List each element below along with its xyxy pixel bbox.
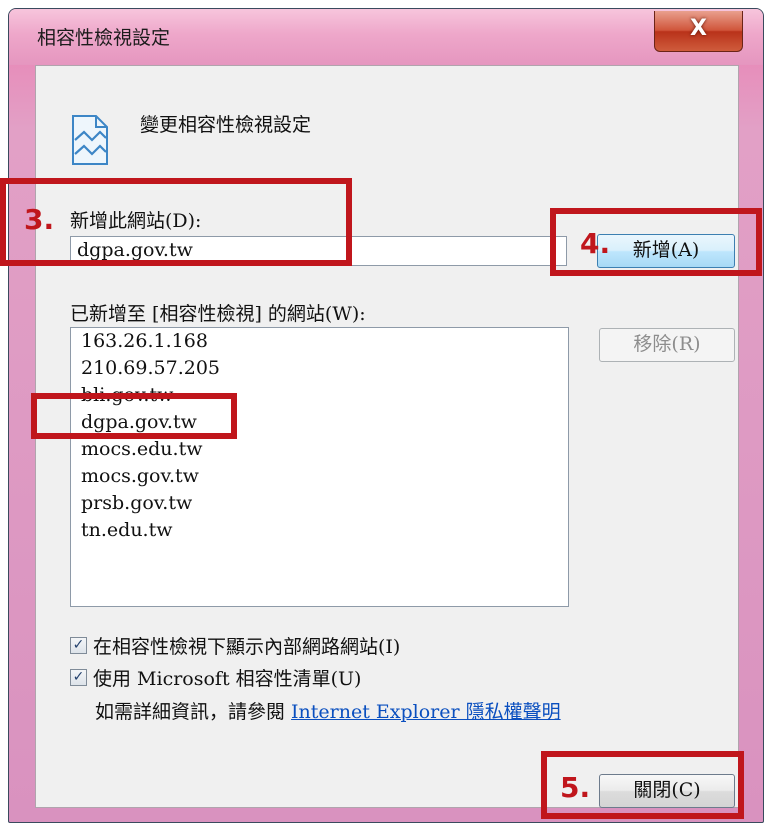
ms-list-option[interactable]: ✓ 使用 Microsoft 相容性清單(U) — [70, 665, 362, 690]
list-item[interactable]: 210.69.57.205 — [71, 355, 568, 382]
close-button[interactable]: 關閉(C) — [599, 774, 735, 808]
list-item[interactable]: mocs.edu.tw — [71, 436, 568, 463]
step5-number: 5. — [560, 771, 591, 804]
intranet-checkbox[interactable]: ✓ — [70, 636, 87, 654]
list-item[interactable]: bli.gov.tw — [71, 382, 568, 409]
step4-number: 4. — [580, 227, 611, 260]
remove-button[interactable]: 移除(R) — [599, 328, 735, 362]
title-bar[interactable]: 相容性檢視設定 X — [9, 9, 763, 65]
list-item[interactable]: dgpa.gov.tw — [71, 409, 568, 436]
add-site-input[interactable]: dgpa.gov.tw — [70, 236, 567, 266]
window-title: 相容性檢視設定 — [37, 27, 171, 49]
ms-list-checkbox[interactable]: ✓ — [70, 668, 87, 686]
site-list-label: 已新增至 [相容性檢視] 的網站(W): — [70, 303, 366, 325]
step3-number: 3. — [24, 203, 55, 236]
info-text: 如需詳細資訊，請參閱 — [95, 701, 292, 723]
compat-view-dialog: 相容性檢視設定 X 變更相容性檢視設定 新增此網站(D): dgpa.gov.t… — [8, 8, 764, 823]
ms-list-option-label: 使用 Microsoft 相容性清單(U) — [93, 667, 362, 690]
intranet-option-label: 在相容性檢視下顯示內部網路網站(I) — [93, 635, 401, 658]
added-sites-list[interactable]: 163.26.1.168 210.69.57.205 bli.gov.tw dg… — [70, 327, 569, 607]
add-button[interactable]: 新增(A) — [597, 234, 735, 268]
list-item[interactable]: prsb.gov.tw — [71, 490, 568, 517]
list-item[interactable]: tn.edu.tw — [71, 517, 568, 544]
intranet-option[interactable]: ✓ 在相容性檢視下顯示內部網路網站(I) — [70, 633, 401, 658]
dialog-body: 變更相容性檢視設定 新增此網站(D): dgpa.gov.tw 新增(A) 已新… — [35, 65, 739, 808]
list-item[interactable]: mocs.gov.tw — [71, 463, 568, 490]
info-line: 如需詳細資訊，請參閱 Internet Explorer 隱私權聲明 — [95, 697, 561, 724]
dialog-heading: 變更相容性檢視設定 — [140, 114, 312, 136]
list-item[interactable]: 163.26.1.168 — [71, 328, 568, 355]
add-site-label: 新增此網站(D): — [70, 210, 202, 232]
compatibility-view-icon — [72, 115, 108, 165]
close-window-button[interactable]: X — [654, 11, 743, 52]
privacy-link[interactable]: Internet Explorer 隱私權聲明 — [291, 701, 561, 723]
